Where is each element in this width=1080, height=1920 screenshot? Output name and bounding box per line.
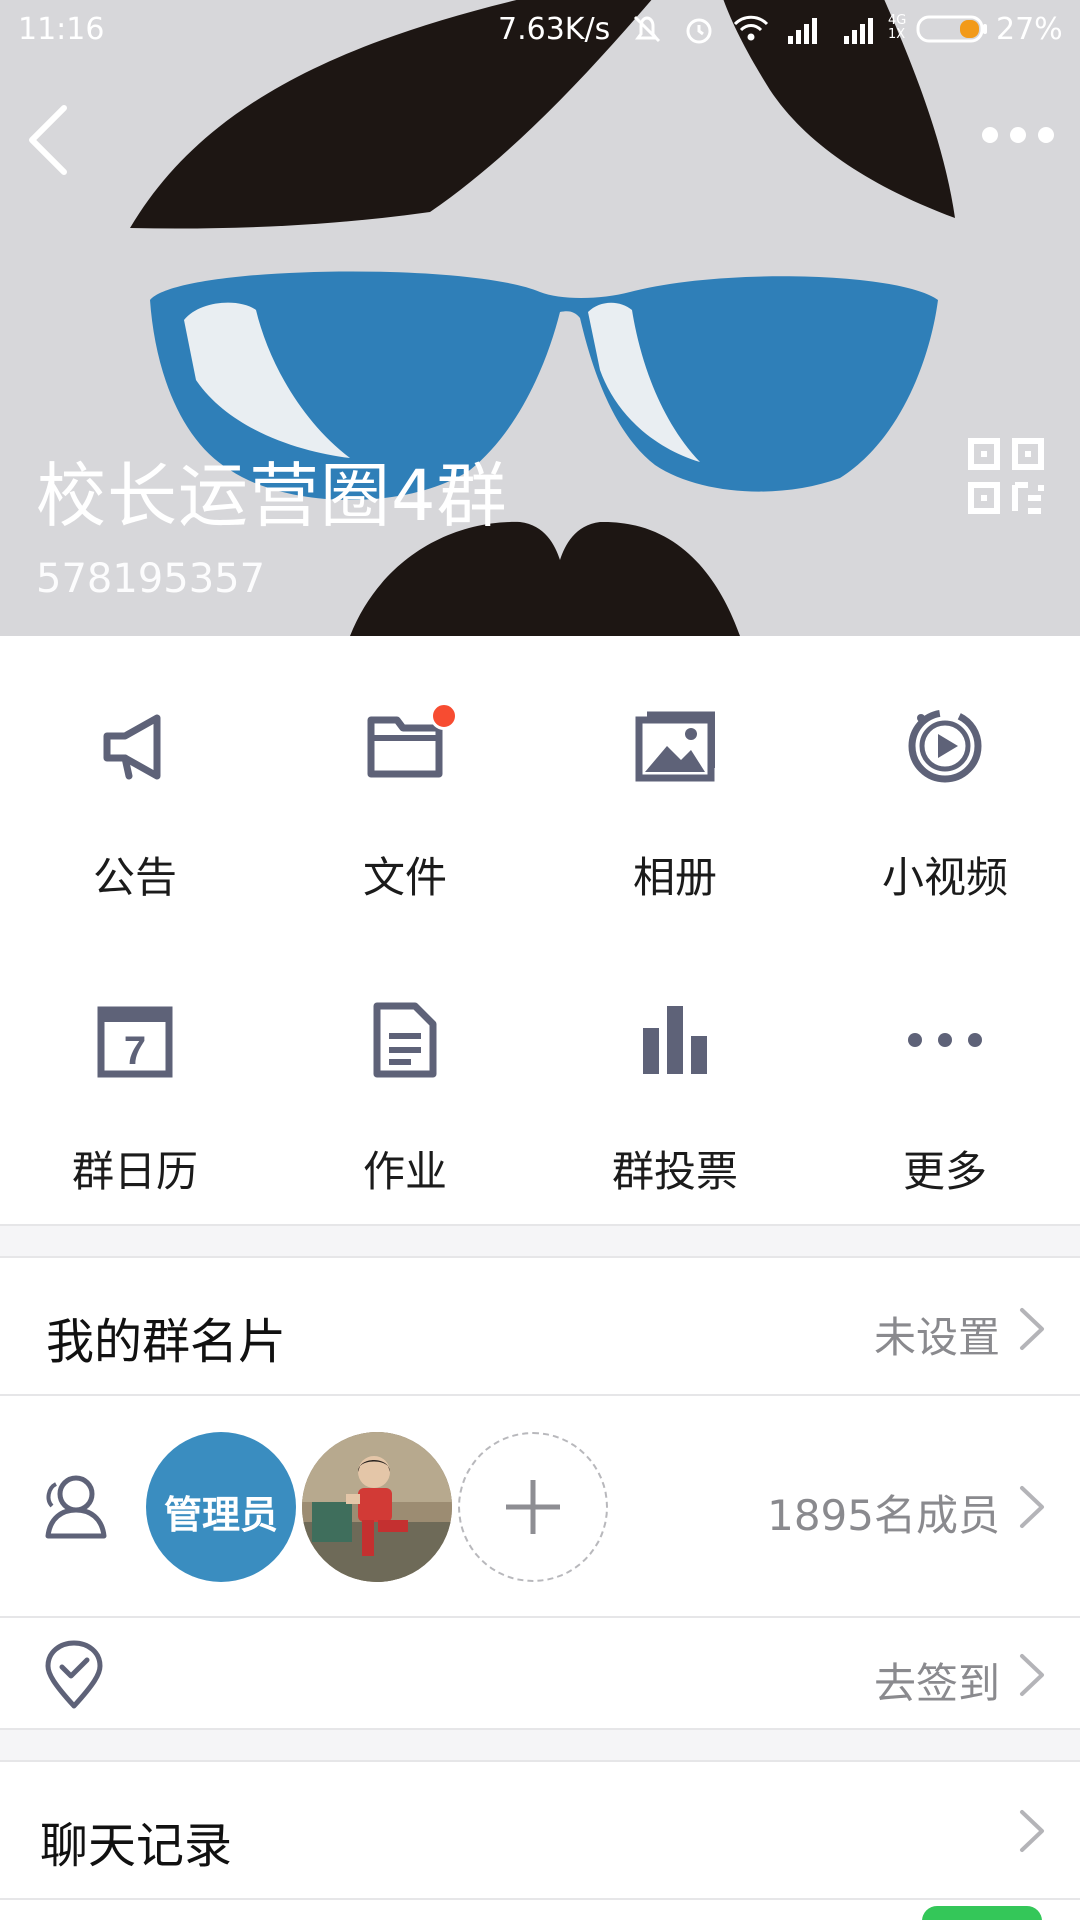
feature-homework[interactable]: 作业 [270, 930, 540, 1224]
calendar-icon: 7 [97, 1006, 173, 1078]
status-net-speed: 7.63K/s [498, 12, 611, 47]
calendar-day: 7 [124, 1029, 146, 1073]
battery-icon [916, 15, 987, 43]
status-time: 11:16 [18, 12, 105, 47]
row-value: 未设置 [873, 1313, 1000, 1362]
wifi-icon [733, 15, 769, 41]
section-divider [0, 1224, 1080, 1256]
checkin-row[interactable]: 去签到 [0, 1618, 1080, 1728]
signal-icon [788, 18, 817, 44]
more-dots-icon [908, 1033, 982, 1047]
back-button[interactable] [20, 100, 80, 180]
more-dots-icon [982, 127, 1054, 143]
chevron-right-icon [1020, 1486, 1044, 1528]
feature-calendar[interactable]: 7 群日历 [0, 930, 270, 1224]
member-photo [302, 1432, 452, 1582]
net-type-top: 4G [888, 13, 907, 28]
chevron-right-icon [1020, 1654, 1044, 1696]
feature-album[interactable]: 相册 [540, 636, 810, 930]
chevron-left-icon [29, 105, 67, 175]
feature-grid: 公告 文件 相册 小视频 7 群日历 作业 群投票 更多 [0, 636, 1080, 1224]
member-count: 1895名成员 [767, 1491, 1000, 1540]
photo-album-icon [635, 711, 715, 782]
feature-vote[interactable]: 群投票 [540, 930, 810, 1224]
feature-announcement[interactable]: 公告 [0, 636, 270, 930]
group-title: 校长运营圈4群 [36, 455, 508, 537]
chevron-right-icon [1020, 1810, 1044, 1852]
feature-files[interactable]: 文件 [270, 636, 540, 930]
feature-label: 相册 [632, 853, 717, 902]
plus-icon [506, 1480, 560, 1534]
megaphone-icon [103, 714, 161, 780]
feature-label: 文件 [362, 853, 447, 902]
feature-label: 群日历 [71, 1147, 198, 1196]
qr-code-button[interactable] [968, 438, 1044, 514]
admin-avatar[interactable]: 管理员 [146, 1432, 296, 1582]
chat-history-row[interactable]: 聊天记录 [0, 1760, 1080, 1900]
checkin-action: 去签到 [873, 1659, 1000, 1708]
feature-label: 群投票 [611, 1147, 738, 1196]
video-play-icon [908, 709, 982, 783]
group-profile-page: 11:16 7.63K/s 4G 1X 27% 校长运营圈4群 57819535… [0, 0, 1080, 1920]
section-divider [0, 1728, 1080, 1760]
qr-code-icon [968, 438, 1044, 514]
members-row[interactable]: 管理员 1895名成员 [0, 1396, 1080, 1618]
members-icon [45, 1475, 107, 1539]
feature-more[interactable]: 更多 [810, 930, 1080, 1224]
mute-icon [633, 15, 661, 43]
feature-short-video[interactable]: 小视频 [810, 636, 1080, 930]
status-battery: 27% [996, 12, 1063, 47]
group-header: 11:16 7.63K/s 4G 1X 27% 校长运营圈4群 57819535… [0, 0, 1080, 636]
status-bar: 11:16 7.63K/s 4G 1X 27% [0, 0, 1080, 62]
feature-label: 小视频 [881, 853, 1008, 902]
admin-avatar-label: 管理员 [163, 1493, 278, 1537]
alarm-icon [686, 18, 712, 44]
net-type-bottom: 1X [888, 27, 906, 42]
chevron-right-icon [1020, 1308, 1044, 1350]
net-type-label: 4G 1X [888, 14, 906, 42]
feature-label: 公告 [92, 853, 177, 902]
row-title: 聊天记录 [40, 1818, 233, 1874]
location-check-icon [45, 1640, 103, 1709]
add-member-button[interactable] [458, 1432, 608, 1582]
toggle-partial[interactable] [922, 1906, 1042, 1920]
more-options-button[interactable] [980, 120, 1056, 150]
next-row-partial [0, 1900, 1080, 1920]
member-avatar[interactable] [302, 1432, 452, 1582]
group-id: 578195357 [36, 556, 266, 602]
bar-chart-icon [643, 1006, 707, 1074]
files-new-badge [430, 702, 458, 730]
signal-2-icon [844, 18, 873, 44]
row-title: 我的群名片 [46, 1314, 287, 1370]
feature-label: 更多 [902, 1147, 987, 1196]
feature-label: 作业 [362, 1147, 447, 1196]
document-icon [373, 1002, 437, 1078]
my-group-card-row[interactable]: 我的群名片 未设置 [0, 1256, 1080, 1396]
